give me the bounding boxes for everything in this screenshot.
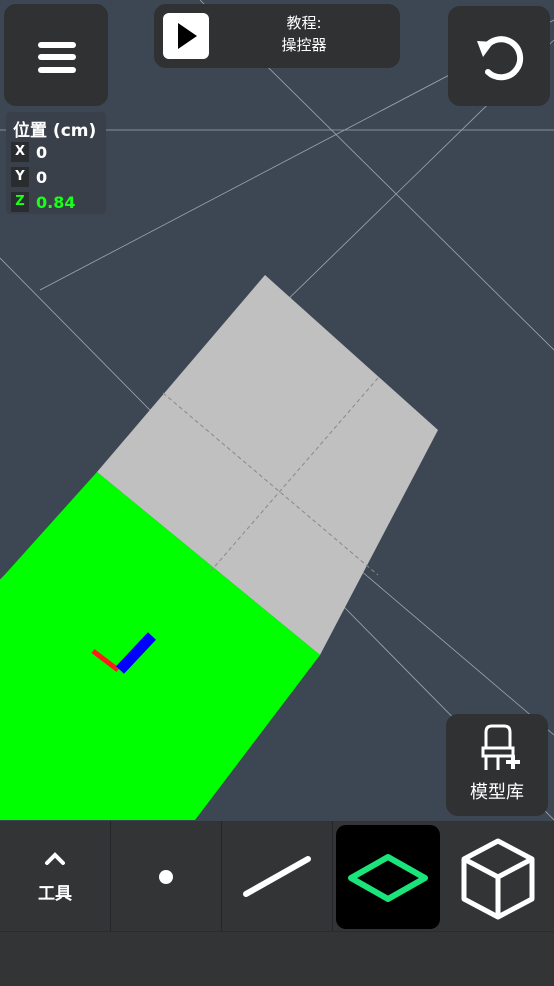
tutorial-name: 操控器 — [281, 36, 327, 54]
chair-add-icon — [481, 724, 520, 770]
line-icon — [243, 856, 311, 897]
toolbar: 工具 — [0, 821, 554, 931]
axis-value: 0 — [36, 142, 48, 162]
play-button[interactable] — [163, 13, 209, 59]
bottom-strip — [0, 931, 554, 986]
axis-row-y[interactable]: Y 0 — [11, 167, 47, 187]
model-library-label: 模型库 — [470, 782, 524, 803]
solid-tool[interactable] — [443, 821, 554, 931]
tools-label: 工具 — [38, 884, 72, 904]
cube-icon — [461, 838, 535, 920]
axis-value: 0.84 — [36, 192, 76, 212]
position-title: 位置 (cm) — [13, 121, 97, 141]
face-tool[interactable] — [332, 821, 442, 931]
line-tool[interactable] — [222, 821, 333, 931]
point-tool[interactable] — [111, 821, 222, 931]
model-library-button[interactable]: 模型库 — [446, 714, 548, 816]
axis-row-z[interactable]: Z 0.84 — [11, 192, 75, 212]
menu-button[interactable] — [4, 4, 108, 106]
undo-button[interactable] — [448, 6, 550, 106]
tutorial-label: 教程: — [286, 14, 322, 32]
tools-button[interactable]: 工具 — [0, 821, 111, 931]
play-icon — [178, 23, 197, 49]
menu-icon — [38, 42, 76, 73]
axis-row-x[interactable]: X 0 — [11, 142, 47, 162]
axis-tag: Z — [11, 192, 29, 212]
point-icon — [159, 870, 173, 884]
axis-tag: X — [11, 142, 29, 162]
tutorial-text: 教程: 操控器 — [234, 12, 374, 56]
diamond-face-icon — [348, 854, 428, 902]
undo-icon — [477, 36, 524, 81]
position-panel: 位置 (cm) X 0 Y 0 Z 0.84 — [6, 112, 106, 214]
axis-tag: Y — [11, 167, 29, 187]
axis-value: 0 — [36, 167, 48, 187]
tutorial-banner[interactable]: 教程: 操控器 — [154, 4, 400, 68]
